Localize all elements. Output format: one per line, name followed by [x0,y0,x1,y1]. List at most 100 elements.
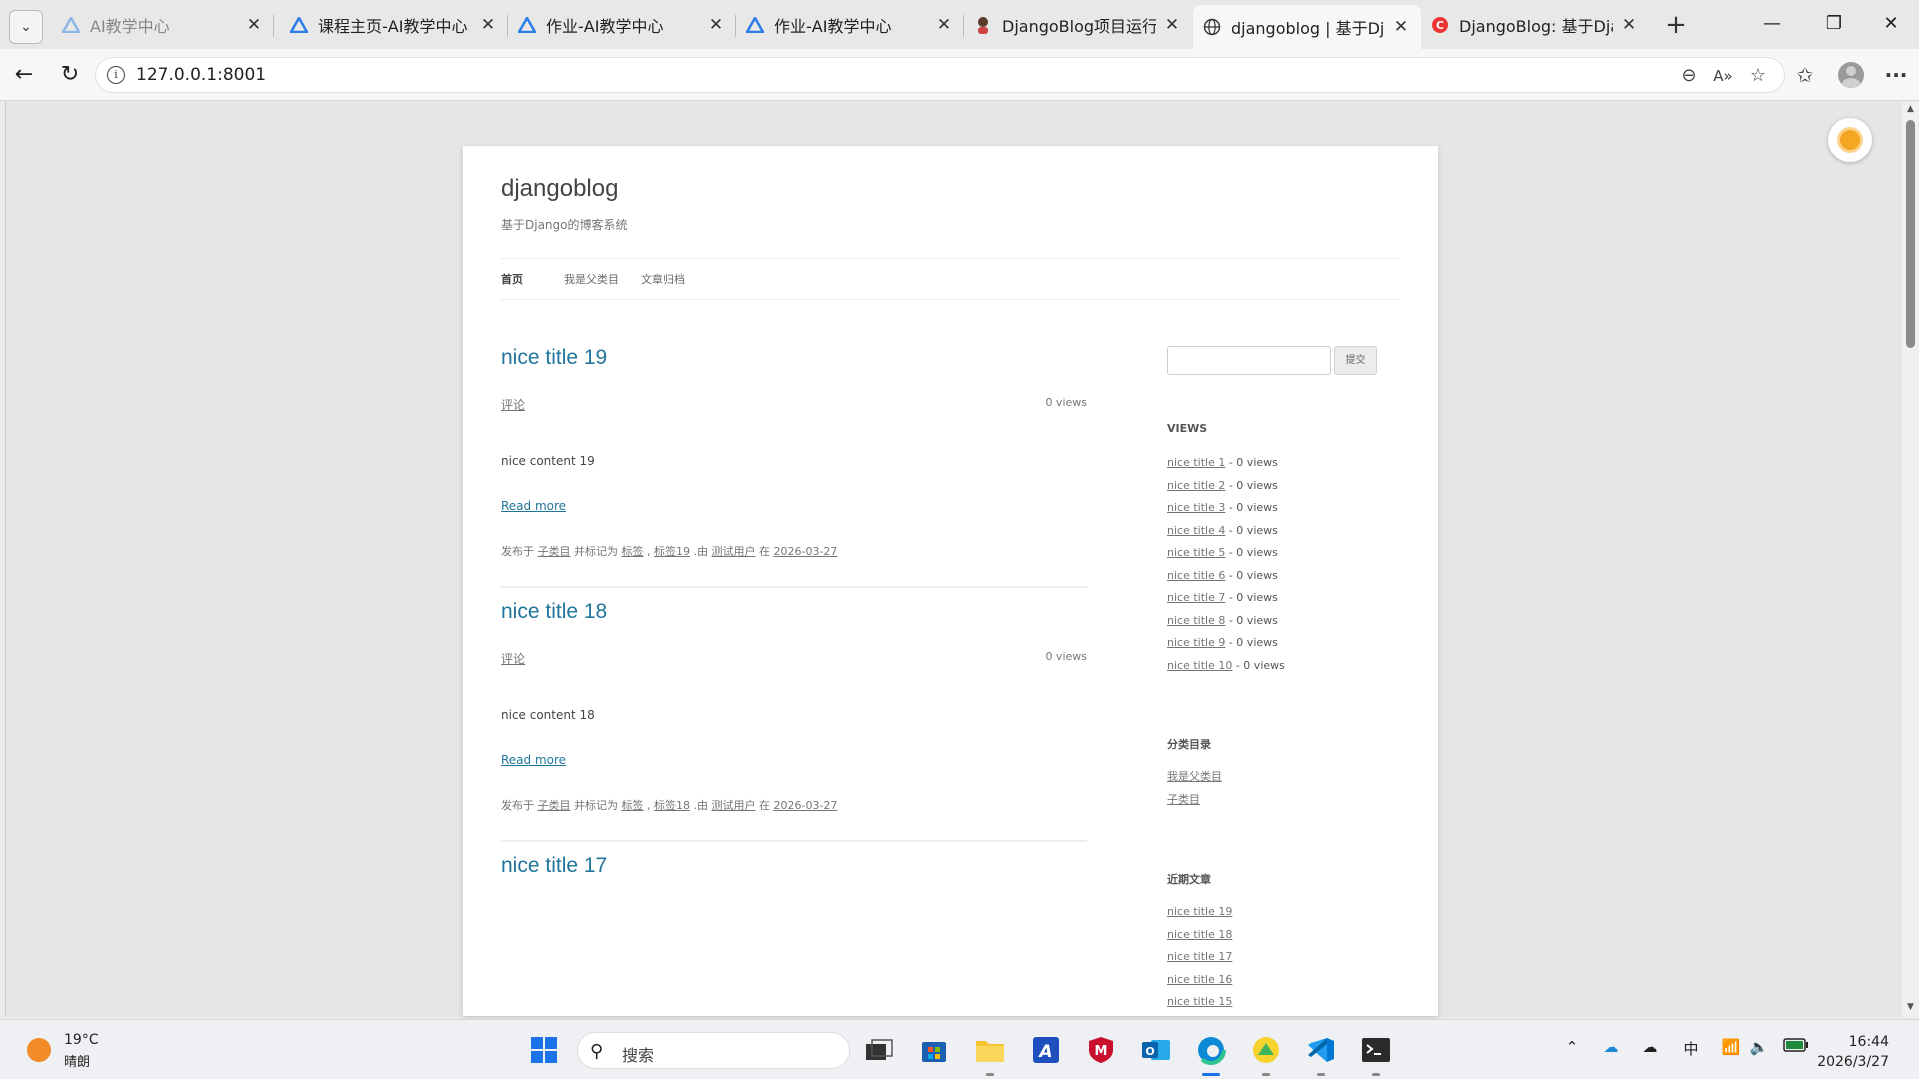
post-title-link[interactable]: nice title 18 [501,600,607,624]
categories-list: 我是父类目 子类目 [1167,766,1222,811]
read-aloud-icon[interactable]: A» [1710,63,1736,89]
system-clock[interactable]: 16:44 2026/3/27 [1817,1032,1889,1072]
tag-link[interactable]: 标签 [622,799,644,812]
weather-condition[interactable]: 晴朗 [64,1051,90,1070]
file-explorer-app[interactable] [974,1034,1006,1066]
wifi-icon[interactable]: 📶 [1718,1038,1744,1056]
ime-indicator[interactable]: 中 [1678,1038,1704,1059]
recent-post-link[interactable]: nice title 17 [1167,950,1232,963]
category-link[interactable]: 子类目 [538,799,571,812]
app-a[interactable]: A [1030,1034,1062,1066]
close-icon[interactable]: ✕ [244,15,264,35]
category-link[interactable]: 子类目 [538,545,571,558]
date-link[interactable]: 2026-03-27 [774,545,838,558]
scroll-down-icon[interactable]: ▼ [1905,1002,1916,1012]
category-link[interactable]: 我是父类目 [1167,770,1222,783]
recent-post-link[interactable]: nice title 15 [1167,995,1232,1008]
author-link[interactable]: 测试用户 [712,799,756,812]
tab-5[interactable]: DjangoBlog项目运行方 ✕ [964,6,1192,44]
battery-icon[interactable] [1783,1038,1809,1056]
start-button[interactable] [528,1034,560,1066]
nav-archive[interactable]: 文章归档 [641,271,685,287]
views-post-link[interactable]: nice title 5 [1167,546,1225,559]
recent-post-link[interactable]: nice title 19 [1167,905,1232,918]
tab-4[interactable]: 作业-AI教学中心 ✕ [736,6,964,44]
close-icon[interactable]: ✕ [1391,17,1411,37]
close-icon[interactable]: ✕ [706,15,726,35]
scrollbar-thumb[interactable] [1906,120,1915,348]
taskbar-search-box[interactable]: ⚲ 搜索 [577,1032,850,1069]
profile-avatar[interactable] [1838,62,1864,88]
restore-icon: ❐ [1825,13,1843,34]
site-info-icon[interactable]: i [107,66,125,84]
address-bar[interactable]: i 127.0.0.1:8001 ⊖ A» ☆ [95,57,1785,93]
tab-2[interactable]: 课程主页-AI教学中心 ✕ [280,6,508,44]
category-link[interactable]: 子类目 [1167,793,1200,806]
close-icon[interactable]: ✕ [478,15,498,35]
vscode-app[interactable] [1305,1034,1337,1066]
url-text[interactable]: 127.0.0.1:8001 [136,65,266,85]
recent-post-link[interactable]: nice title 16 [1167,973,1232,986]
post-title-link[interactable]: nice title 19 [501,346,607,370]
views-post-link[interactable]: nice title 10 [1167,659,1232,672]
tab-6-active[interactable]: djangoblog | 基于Djang ✕ [1193,5,1421,49]
tab-actions-button[interactable]: ⌄ [4,5,48,49]
tag-link[interactable]: 标签 [622,545,644,558]
restore-button[interactable]: ❐ [1804,6,1864,42]
search-input[interactable] [1167,346,1331,375]
store-app[interactable] [918,1034,950,1066]
edge-app[interactable] [1195,1034,1227,1066]
back-button[interactable]: ← [8,59,40,91]
date-link[interactable]: 2026-03-27 [774,799,838,812]
views-post-link[interactable]: nice title 6 [1167,569,1225,582]
tab-1[interactable]: AI教学中心 ✕ [52,6,274,44]
nav-home[interactable]: 首页 [501,271,523,287]
views-post-link[interactable]: nice title 4 [1167,524,1225,537]
read-more-link[interactable]: Read more [501,499,566,513]
weather-sun-icon[interactable] [27,1038,51,1062]
tag-link[interactable]: 标签18 [654,799,690,812]
scroll-up-icon[interactable]: ▲ [1905,104,1916,114]
vpn-cloud-icon[interactable]: ☁ [1637,1038,1663,1056]
comment-link[interactable]: 评论 [501,396,525,413]
tab-3[interactable]: 作业-AI教学中心 ✕ [508,6,736,44]
favorite-star-icon[interactable]: ☆ [1745,63,1771,89]
task-view-button[interactable] [863,1034,895,1066]
new-tab-button[interactable]: + [1660,10,1692,42]
outlook-app[interactable]: O [1140,1034,1172,1066]
weather-temperature[interactable]: 19°C [64,1032,99,1048]
mcafee-app[interactable]: M [1085,1034,1117,1066]
views-post-link[interactable]: nice title 2 [1167,479,1225,492]
recent-post-link[interactable]: nice title 18 [1167,928,1232,941]
views-post-link[interactable]: nice title 7 [1167,591,1225,604]
terminal-app[interactable] [1360,1034,1392,1066]
comment-link[interactable]: 评论 [501,650,525,667]
more-menu-button[interactable]: ··· [1880,59,1912,91]
volume-icon[interactable]: 🔈 [1746,1038,1772,1056]
theme-toggle-button[interactable] [1828,118,1872,162]
refresh-button[interactable]: ↻ [54,59,86,91]
post-title-link[interactable]: nice title 17 [501,854,607,878]
close-icon[interactable]: ✕ [1162,15,1182,35]
site-title[interactable]: djangoblog [501,175,618,203]
close-window-button[interactable]: ✕ [1861,6,1919,42]
close-icon[interactable]: ✕ [934,15,954,35]
views-post-link[interactable]: nice title 9 [1167,636,1225,649]
tag-link[interactable]: 标签19 [654,545,690,558]
views-post-link[interactable]: nice title 8 [1167,614,1225,627]
minimize-button[interactable]: — [1742,6,1802,42]
read-more-link[interactable]: Read more [501,753,566,767]
search-submit-button[interactable]: 提交 [1334,346,1377,375]
views-post-link[interactable]: nice title 3 [1167,501,1225,514]
nav-parent-category[interactable]: 我是父类目 [564,271,619,287]
app-yellow[interactable] [1250,1034,1282,1066]
page-scrollbar[interactable]: ▲ ▼ [1902,102,1919,1017]
onedrive-cloud-icon[interactable]: ☁ [1598,1038,1624,1056]
close-icon[interactable]: ✕ [1619,15,1639,35]
favorites-button[interactable]: ✩ [1789,59,1821,91]
zoom-icon[interactable]: ⊖ [1676,63,1702,89]
author-link[interactable]: 测试用户 [712,545,756,558]
views-post-link[interactable]: nice title 1 [1167,456,1225,469]
tab-7[interactable]: C DjangoBlog: 基于Djang ✕ [1421,6,1649,44]
show-hidden-icons-chevron-icon[interactable]: ⌃ [1559,1038,1585,1056]
